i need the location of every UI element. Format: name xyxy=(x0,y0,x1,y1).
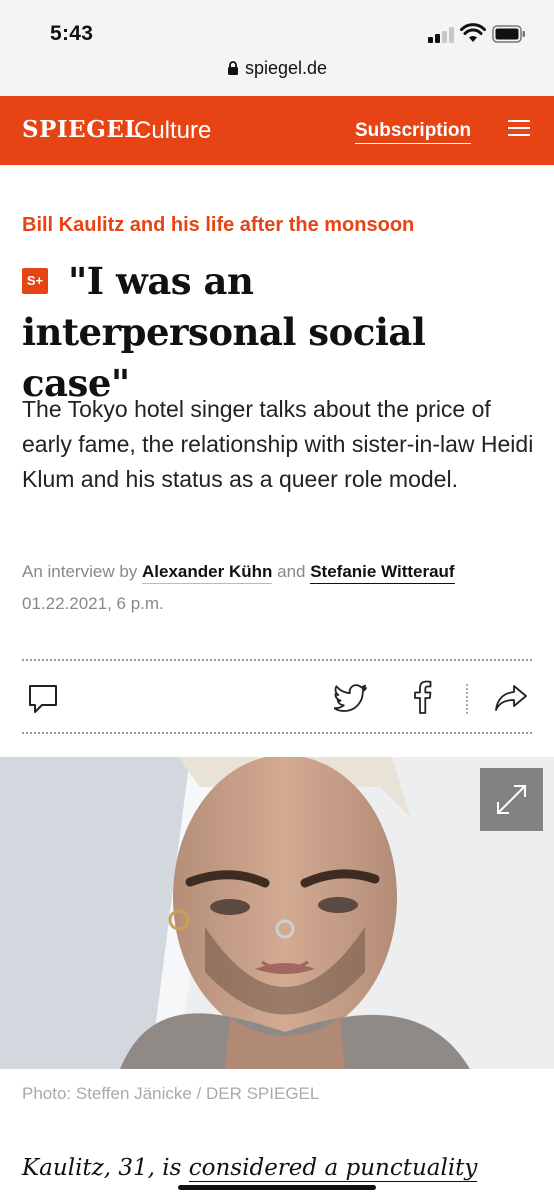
portrait-illustration xyxy=(0,757,554,1069)
spiegel-logo[interactable]: SPIEGEL xyxy=(22,116,141,143)
lock-icon xyxy=(227,61,238,75)
article-body: Kaulitz, 31, is considered a punctuality xyxy=(22,1150,542,1186)
site-header: SPIEGEL Culture Subscription xyxy=(0,96,554,165)
article-headline: "I was an interpersonal social case" xyxy=(22,259,426,405)
share-divider xyxy=(466,684,468,714)
divider xyxy=(22,659,532,661)
publish-date: 01.22.2021, 6 p.m. xyxy=(22,594,164,613)
author-link-witterauf[interactable]: Stefanie Witterauf xyxy=(310,562,455,584)
body-link[interactable]: considered a punctuality xyxy=(188,1155,478,1182)
ios-status-bar: 5:43 spiegel.de xyxy=(0,0,554,96)
facebook-icon[interactable] xyxy=(412,680,436,714)
cellular-signal-icon xyxy=(428,27,456,43)
url-text: spiegel.de xyxy=(244,58,328,78)
wifi-icon xyxy=(460,23,486,42)
divider xyxy=(22,732,532,734)
comment-icon[interactable] xyxy=(28,684,58,714)
share-icon[interactable] xyxy=(494,684,528,712)
article-photo[interactable] xyxy=(0,757,554,1069)
address-bar[interactable]: spiegel.de xyxy=(0,58,554,84)
spiegel-plus-badge: S+ xyxy=(22,268,48,294)
twitter-icon[interactable] xyxy=(334,684,368,712)
section-title[interactable]: Culture xyxy=(134,117,211,145)
byline-prefix: An interview by xyxy=(22,562,138,581)
battery-icon xyxy=(492,25,525,43)
subscription-link[interactable]: Subscription xyxy=(355,120,472,144)
status-time: 5:43 xyxy=(50,22,94,45)
byline-and: and xyxy=(277,562,306,581)
photo-caption: Photo: Steffen Jänicke / DER SPIEGEL xyxy=(22,1084,320,1103)
author-link-kuehn[interactable]: Alexander Kühn xyxy=(142,562,273,584)
menu-icon[interactable] xyxy=(508,120,530,138)
expand-button[interactable] xyxy=(480,768,543,831)
body-text-start: Kaulitz, 31, is xyxy=(22,1155,182,1181)
expand-icon xyxy=(497,785,526,814)
byline: An interview by Alexander Kühn and Stefa… xyxy=(22,562,455,584)
article-kicker: Bill Kaulitz and his life after the mons… xyxy=(22,214,415,236)
home-indicator xyxy=(178,1185,376,1190)
article-teaser: The Tokyo hotel singer talks about the p… xyxy=(22,396,534,492)
